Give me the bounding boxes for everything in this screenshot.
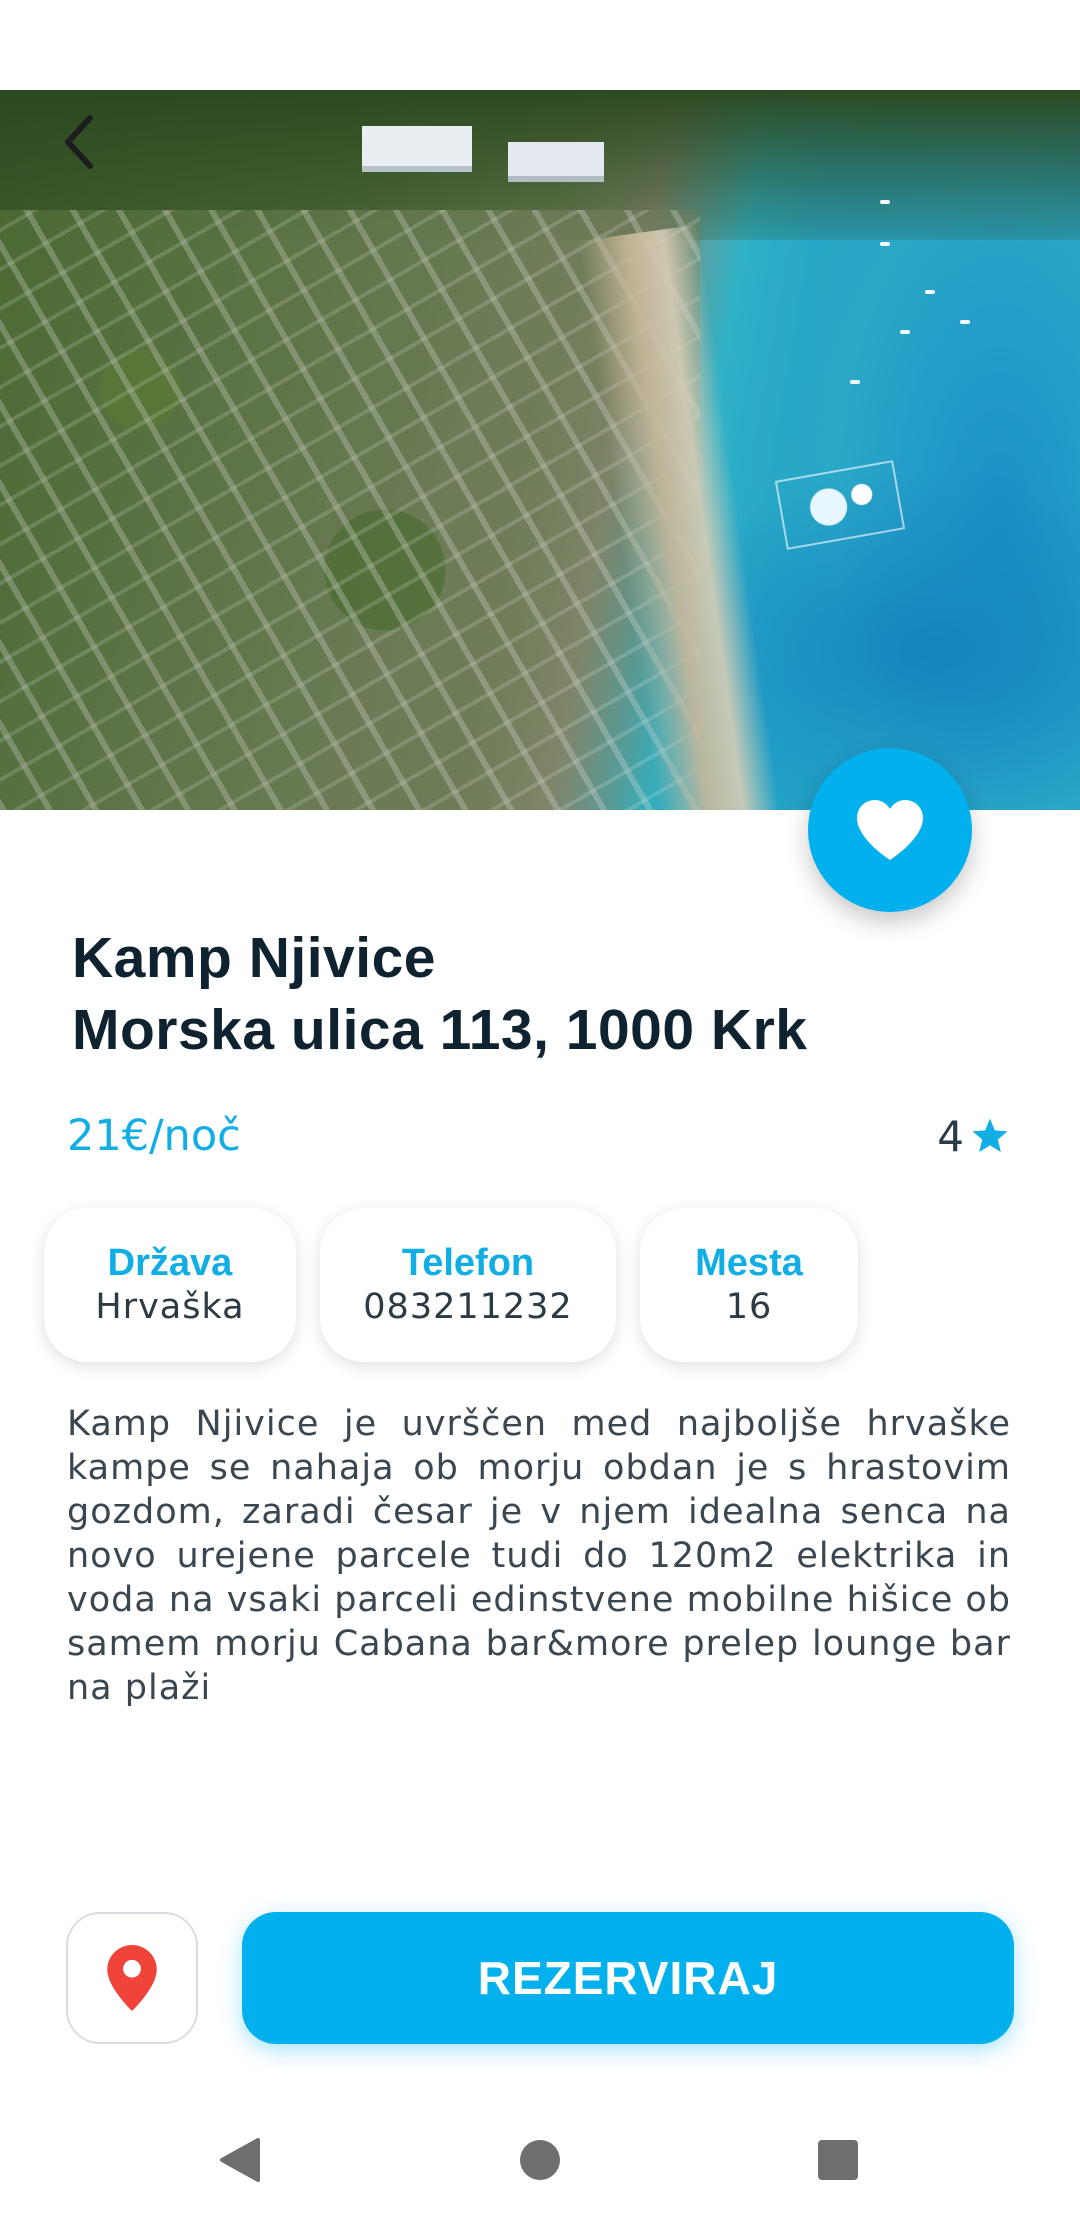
price-per-night: 21€/noč	[67, 1111, 241, 1161]
chevron-left-icon	[65, 115, 93, 169]
camp-address: Morska ulica 113, 1000 Krk	[72, 998, 808, 1062]
status-bar	[0, 0, 1080, 90]
info-chip-label: Mesta	[695, 1242, 803, 1284]
camp-title: Kamp Njivice Morska ulica 113, 1000 Krk	[72, 922, 1032, 1066]
favorite-button[interactable]	[808, 748, 972, 912]
heart-icon	[857, 800, 923, 860]
info-chip-value: Hrvaška	[95, 1287, 245, 1327]
square-recents-icon	[818, 2140, 858, 2180]
camp-description: Kamp Njivice je uvrščen med najboljše hr…	[67, 1404, 1011, 1708]
info-chip-spots: Mesta 16	[640, 1208, 858, 1362]
camp-detail-screen: Kamp Njivice Morska ulica 113, 1000 Krk …	[0, 0, 1080, 2220]
location-pin-icon	[107, 1945, 157, 2011]
star-icon	[972, 1118, 1008, 1152]
camp-photo	[0, 90, 1080, 810]
info-chip-label: Telefon	[401, 1242, 535, 1284]
info-chip-value: 16	[725, 1287, 773, 1327]
reserve-button[interactable]: REZERVIRAJ	[242, 1912, 1014, 2044]
info-chip-value: 083211232	[363, 1287, 573, 1327]
info-chip-label: Država	[107, 1242, 233, 1284]
info-chip-country: Država Hrvaška	[44, 1208, 296, 1362]
map-button[interactable]	[66, 1912, 198, 2044]
camp-name: Kamp Njivice	[72, 926, 436, 990]
rating: 4	[937, 1108, 1010, 1164]
info-chip-phone: Telefon 083211232	[320, 1208, 616, 1362]
triangle-back-icon	[220, 2138, 260, 2182]
system-navigation-bar	[0, 2092, 1080, 2220]
circle-home-icon	[520, 2140, 560, 2180]
back-button[interactable]	[50, 112, 110, 172]
nav-back-button[interactable]	[212, 2132, 268, 2188]
rating-value: 4	[937, 1111, 964, 1161]
nav-recents-button[interactable]	[810, 2132, 866, 2188]
nav-home-button[interactable]	[512, 2132, 568, 2188]
